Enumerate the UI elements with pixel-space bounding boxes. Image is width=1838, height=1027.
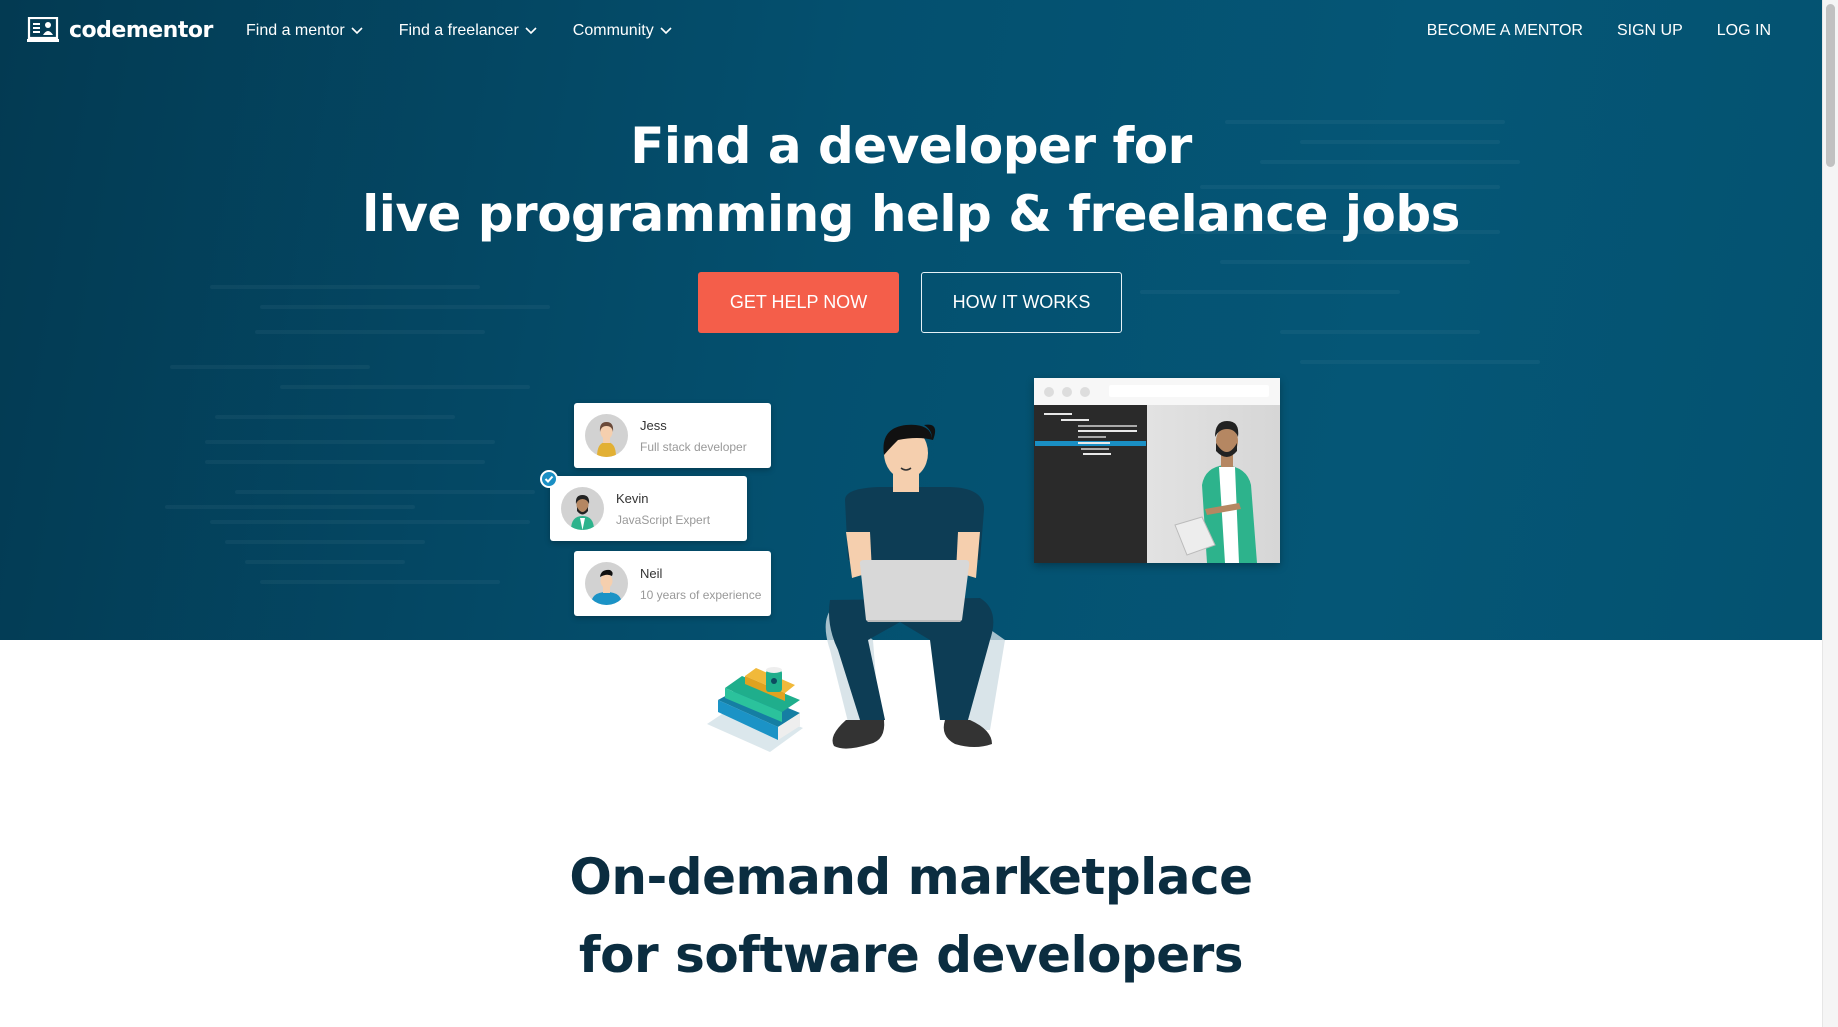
code-line-decoration [205,440,495,444]
window-dot-icon [1080,387,1090,397]
nav-menu: Find a mentor Find a freelancer Communit… [246,22,672,40]
browser-titlebar [1034,378,1280,405]
code-editor-panel [1034,405,1147,563]
profile-card-neil: Neil 10 years of experience [574,551,771,616]
profile-role: 10 years of experience [640,588,762,602]
profile-name: Kevin [616,491,649,506]
hero-headline: Find a developer for live programming he… [0,112,1822,248]
mentor-board-icon [27,17,59,42]
page: codementor Find a mentor Find a freelanc… [0,0,1822,1027]
become-a-mentor-link[interactable]: BECOME A MENTOR [1427,22,1583,40]
code-line-decoration [1220,260,1470,264]
window-dot-icon [1062,387,1072,397]
nav-label: Find a mentor [246,22,345,39]
code-line-decoration [205,460,485,464]
hero-headline-line2: live programming help & freelance jobs [362,185,1460,243]
hero-section: codementor Find a mentor Find a freelanc… [0,0,1822,640]
selected-check-icon [540,470,558,488]
chevron-down-icon [660,27,672,35]
get-help-now-button[interactable]: GET HELP NOW [698,272,899,333]
code-line-decoration [215,415,455,419]
chevron-down-icon [351,27,363,35]
section-heading-line2: for software developers [578,926,1244,984]
video-session-window-illustration [1034,378,1280,563]
how-it-works-button[interactable]: HOW IT WORKS [921,272,1122,333]
avatar-jess [585,414,628,457]
code-line-decoration [235,490,535,494]
address-bar [1109,385,1269,397]
nav-account-links: BECOME A MENTOR SIGN UP LOG IN [1427,22,1771,40]
profile-card-jess: Jess Full stack developer [574,403,771,468]
code-line-decoration [225,540,425,544]
logo[interactable]: codementor [27,17,213,43]
profile-role: Full stack developer [640,440,747,454]
code-line-decoration [260,580,500,584]
code-line-decoration [1280,330,1480,334]
window-dot-icon [1044,387,1054,397]
section-heading-line1: On-demand marketplace [569,848,1253,906]
code-line-decoration [165,505,415,509]
code-line-decoration [280,385,530,389]
vertical-scrollbar[interactable] [1822,0,1838,1027]
avatar-kevin [561,487,604,530]
nav-label: Find a freelancer [398,22,519,39]
code-line-decoration [260,305,550,309]
hero-headline-line1: Find a developer for [630,117,1192,175]
top-nav: codementor Find a mentor Find a freelanc… [0,0,1822,66]
code-line-decoration [170,365,370,369]
code-line-decoration [255,330,485,334]
code-lines-decoration [0,0,1822,640]
profile-role: JavaScript Expert [616,513,711,527]
code-line-decoration [1140,290,1400,294]
scrollbar-thumb[interactable] [1826,4,1835,167]
nav-label: Community [572,22,654,39]
sign-up-link[interactable]: SIGN UP [1617,22,1683,40]
nav-find-a-mentor[interactable]: Find a mentor [246,22,363,40]
nav-community[interactable]: Community [573,22,672,40]
mentor-video-panel [1147,405,1280,563]
chevron-down-icon [525,27,537,35]
logo-text: codementor [69,17,213,43]
profile-card-kevin: Kevin JavaScript Expert [550,476,747,541]
nav-find-a-freelancer[interactable]: Find a freelancer [399,22,537,40]
log-in-link[interactable]: LOG IN [1717,22,1771,40]
profile-name: Jess [640,418,667,433]
code-line-decoration [245,560,405,564]
profile-name: Neil [640,566,663,581]
avatar-neil [585,562,628,605]
code-line-decoration [210,520,530,524]
books-stack-illustration [707,667,803,752]
code-line-decoration [1300,360,1540,364]
section-heading: On-demand marketplace for software devel… [0,838,1822,994]
code-line-decoration [210,285,480,289]
